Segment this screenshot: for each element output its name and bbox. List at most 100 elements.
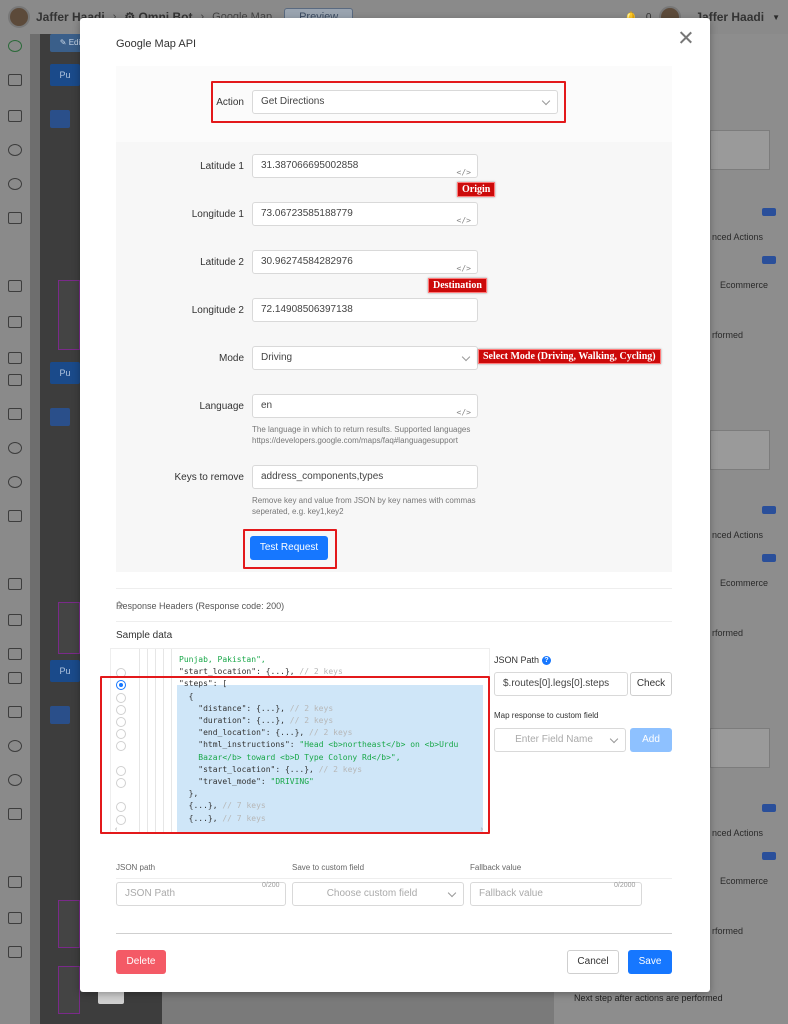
keys-hint-line1: Remove key and value from JSON by key na… [252, 496, 476, 505]
actions-card[interactable] [710, 130, 770, 170]
node-button[interactable]: Pu [50, 660, 80, 682]
keys-to-remove-input[interactable]: address_components,types [252, 465, 478, 489]
ecommerce-label[interactable]: Ecommerce [720, 280, 768, 290]
footer-divider [116, 933, 672, 934]
node-button[interactable]: Pu [50, 362, 80, 384]
node-card[interactable] [58, 602, 80, 654]
mode-select[interactable]: Driving [252, 346, 478, 370]
megaphone-icon[interactable] [8, 352, 22, 364]
json-node-radio[interactable] [116, 741, 126, 752]
longitude1-input[interactable]: 73.06723585188779 </> [252, 202, 478, 226]
code-icon[interactable]: </> [457, 210, 471, 225]
scroll-left-icon[interactable]: ‹ [115, 826, 117, 833]
test-request-button[interactable]: Test Request [250, 536, 328, 560]
json-node-radio[interactable] [116, 668, 126, 679]
image-icon[interactable] [8, 280, 22, 292]
json-node-radio[interactable] [116, 814, 126, 825]
next-step-label: Next step after actions are performed [574, 993, 723, 1003]
logo-icon [8, 40, 22, 52]
actions-card[interactable] [710, 430, 770, 470]
folder-icon[interactable] [50, 706, 70, 724]
grid-icon[interactable] [8, 374, 22, 386]
json-node-radio[interactable] [116, 704, 126, 715]
indent-guide [163, 649, 164, 833]
longitude2-input[interactable]: 72.14908506397138 [252, 298, 478, 322]
latitude2-value: 30.96274584282976 [261, 256, 353, 267]
latitude1-input[interactable]: 31.387066695002858 </> [252, 154, 478, 178]
headset-icon[interactable] [8, 442, 22, 454]
user-icon[interactable] [8, 476, 22, 488]
inbox-icon[interactable] [8, 408, 22, 420]
language-hint-link[interactable]: https://developers.google.com/maps/faq#l… [252, 435, 470, 446]
json-line: {...}, // 7 keys [179, 813, 266, 823]
cancel-button[interactable]: Cancel [567, 950, 619, 974]
sample-data-title: Sample data [116, 630, 173, 641]
grid-icon[interactable] [8, 74, 22, 86]
node-card[interactable] [58, 900, 80, 948]
latitude2-input[interactable]: 30.96274584282976 </> [252, 250, 478, 274]
json-viewer[interactable]: Punjab, Pakistan", "start_location": {...… [110, 648, 490, 834]
mapping-custom-field-select[interactable]: Choose custom field [292, 882, 464, 906]
megaphone-icon[interactable] [8, 946, 22, 958]
archive-icon[interactable] [8, 912, 22, 924]
user-icon[interactable] [8, 774, 22, 786]
archive-icon[interactable] [8, 614, 22, 626]
node-card[interactable] [58, 280, 80, 350]
code-icon[interactable]: </> [457, 162, 471, 177]
chevron-down-icon [609, 734, 619, 744]
language-label: Language [199, 401, 245, 412]
advanced-actions-label[interactable]: nced Actions [712, 530, 763, 540]
book-icon[interactable] [8, 212, 22, 224]
keys-hint-line2: seperated, e.g. key1,key2 [252, 507, 344, 516]
book-icon[interactable] [8, 808, 22, 820]
ecommerce-label[interactable]: Ecommerce [720, 578, 768, 588]
inbox-icon[interactable] [8, 110, 22, 122]
longitude1-label: Longitude 1 [191, 209, 244, 220]
node-button[interactable]: Pu [50, 64, 80, 86]
longitude1-value: 73.06723585188779 [261, 208, 353, 219]
image-icon[interactable] [8, 578, 22, 590]
close-icon[interactable] [678, 30, 694, 46]
json-node-radio[interactable] [116, 717, 126, 727]
delete-button[interactable]: Delete [116, 950, 166, 974]
folder-icon[interactable] [50, 408, 70, 426]
advanced-actions-label[interactable]: nced Actions [712, 828, 763, 838]
headset-icon[interactable] [8, 144, 22, 156]
mapping-json-path-input[interactable]: JSON Path [116, 882, 286, 906]
col-fallback: Fallback value [470, 863, 522, 872]
add-button[interactable]: Add [630, 728, 672, 752]
info-icon[interactable]: ? [542, 656, 552, 666]
ecommerce-label[interactable]: Ecommerce [720, 876, 768, 886]
node-card[interactable] [58, 966, 80, 1014]
code-icon[interactable]: </> [457, 258, 471, 273]
advanced-actions-label[interactable]: nced Actions [712, 232, 763, 242]
inbox-icon[interactable] [8, 706, 22, 718]
col-json-path: JSON path [116, 863, 156, 872]
folder-icon[interactable] [50, 110, 70, 128]
json-node-radio[interactable] [116, 802, 126, 813]
archive-icon[interactable] [8, 316, 22, 328]
action-select[interactable]: Get Directions [252, 90, 558, 114]
user-avatar[interactable] [8, 6, 30, 28]
json-node-radio[interactable] [116, 765, 126, 776]
json-node-radio[interactable] [116, 729, 126, 740]
json-node-radio[interactable] [116, 692, 126, 703]
json-path-input[interactable]: $.routes[0].legs[0].steps [494, 672, 628, 696]
language-input[interactable]: en </> [252, 394, 478, 418]
custom-field-name-select[interactable]: Enter Field Name [494, 728, 626, 752]
check-button[interactable]: Check [630, 672, 672, 696]
book-icon[interactable] [8, 510, 22, 522]
actions-card[interactable] [710, 728, 770, 768]
json-node-radio[interactable] [116, 778, 126, 788]
grid-icon[interactable] [8, 672, 22, 684]
megaphone-icon[interactable] [8, 648, 22, 660]
headset-icon[interactable] [8, 740, 22, 752]
code-icon[interactable]: </> [457, 402, 471, 417]
save-button[interactable]: Save [628, 950, 672, 974]
json-node-radio[interactable] [116, 680, 126, 691]
image-icon[interactable] [8, 876, 22, 888]
scroll-right-icon[interactable]: › [481, 826, 483, 833]
response-headers-collapse[interactable]: Response Headers (Response code: 200) [114, 588, 672, 622]
user-icon[interactable] [8, 178, 22, 190]
caret-down-icon[interactable]: ▼ [772, 13, 780, 22]
